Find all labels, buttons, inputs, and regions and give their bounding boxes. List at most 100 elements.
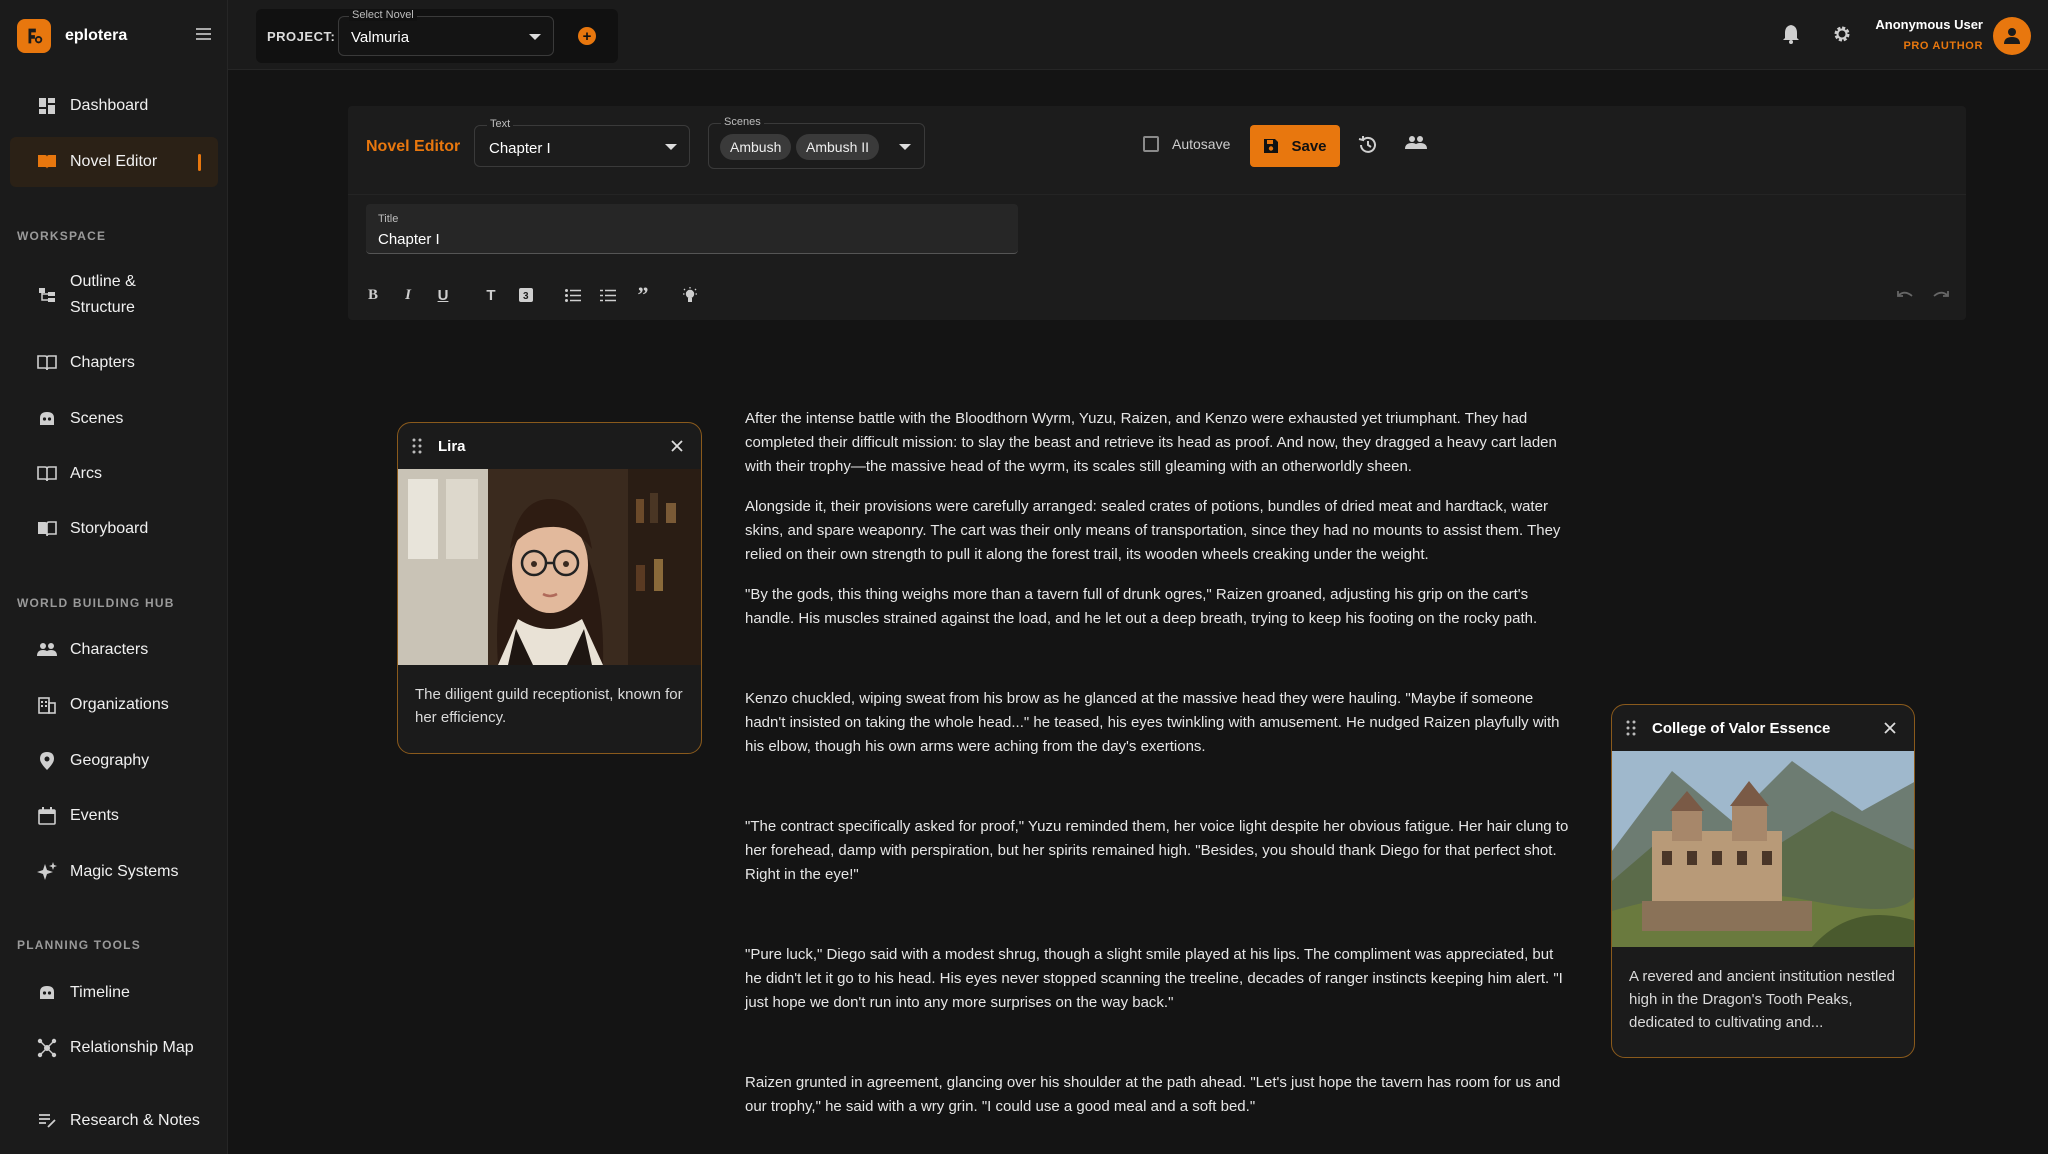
floppy-disk-icon [1264,139,1279,153]
sidebar-item-outline[interactable]: Outline & Structure [10,270,218,320]
calendar-icon [37,806,57,826]
select-novel-label: Select Novel [349,9,417,21]
story-paragraph[interactable]: After the intense battle with the Bloodt… [745,407,1570,479]
scenes-label: Scenes [721,116,764,128]
sidebar-item-label: Relationship Map [70,1039,194,1056]
scenes-select[interactable]: Scenes Ambush Ambush II [708,116,925,169]
sidebar-item-label: Timeline [70,984,130,1001]
sidebar-item-relationship-map[interactable]: Relationship Map [10,1023,218,1073]
sidebar-item-events[interactable]: Events [10,791,218,841]
add-novel-button[interactable]: + [578,27,596,45]
sidebar-item-storyboard[interactable]: Storyboard [10,504,218,554]
notes-icon [37,1111,57,1131]
sidebar-item-label: Events [70,807,119,824]
user-icon [2004,28,2020,44]
user-name: Anonymous User [1875,17,1983,32]
history-icon[interactable] [1358,135,1380,157]
svg-text:3: 3 [523,291,529,302]
scene-chip[interactable]: Ambush [720,134,792,160]
scenes-icon [37,409,57,429]
bell-icon[interactable] [1782,24,1804,46]
title-input[interactable]: Title Chapter I [366,204,1018,254]
save-label: Save [1291,137,1327,155]
autosave-checkbox[interactable] [1143,136,1159,152]
chevron-down-icon [665,144,677,150]
text-size-icon[interactable]: T [480,284,502,306]
chapters-icon [37,353,57,373]
sidebar-item-research-notes[interactable]: Research & Notes [10,1096,218,1146]
section-title-world-building: WORLD BUILDING HUB [17,596,175,610]
bullet-list-icon[interactable] [562,284,584,306]
scene-chip[interactable]: Ambush II [796,134,880,160]
story-paragraph[interactable]: Alongside it, their provisions were care… [745,495,1570,567]
top-bar: PROJECT: Select Novel Valmuria + Anonymo… [228,0,2048,70]
location-pin-icon [37,751,57,771]
sidebar-item-label: Chapters [70,354,135,371]
sidebar-item-timeline[interactable]: Timeline [10,968,218,1018]
sidebar-item-magic-systems[interactable]: Magic Systems [10,847,218,897]
book-icon [37,152,57,172]
project-label: PROJECT: [267,29,336,44]
menu-toggle-icon[interactable] [196,28,211,40]
editor-toolbar-card: Novel Editor Text Chapter I Scenes Ambus… [348,106,1966,320]
close-icon[interactable] [1884,722,1896,734]
chevron-down-icon [899,144,911,150]
sidebar-item-organizations[interactable]: Organizations [10,680,218,730]
quote-icon[interactable]: ” [632,282,654,307]
gear-icon[interactable] [1832,24,1854,46]
save-button[interactable]: Save [1250,125,1340,167]
chevron-down-icon [529,34,541,40]
character-description: The diligent guild receptionist, known f… [415,686,683,726]
text-field-label: Text [487,118,514,130]
editor-label: Novel Editor [366,138,461,155]
character-card[interactable]: Lira The diligent guild receptionist, kn… [397,422,702,754]
underline-icon[interactable]: U [432,284,454,306]
text-select-dropdown[interactable]: Text Chapter I [474,118,690,167]
bold-icon[interactable]: B [362,284,384,306]
title-value: Chapter I [378,231,440,248]
lightbulb-icon[interactable] [679,284,701,306]
avatar[interactable] [1993,17,2031,55]
sidebar-item-novel-editor[interactable]: Novel Editor [10,137,218,187]
character-card-header[interactable]: Lira [398,423,701,469]
location-card-header[interactable]: College of Valor Essence [1612,705,1914,751]
brand[interactable]: eplotera [17,19,127,53]
sidebar-item-label: Storyboard [70,520,149,537]
story-paragraph[interactable]: "The contract specifically asked for pro… [745,815,1570,887]
close-icon[interactable] [671,440,683,452]
location-card[interactable]: College of Valor Essence A revered and a… [1611,704,1915,1058]
undo-icon[interactable] [1894,284,1916,306]
story-paragraph[interactable]: "By the gods, this thing weighs more tha… [745,583,1570,631]
sidebar-item-chapters[interactable]: Chapters [10,338,218,388]
story-paragraph[interactable]: Raizen grunted in agreement, glancing ov… [745,1071,1570,1119]
user-role-badge: PRO AUTHOR [1903,40,1983,52]
character-name: Lira [438,437,466,455]
sidebar-item-dashboard[interactable]: Dashboard [10,81,218,131]
sidebar-item-label: Scenes [70,410,124,427]
redo-icon[interactable] [1930,284,1952,306]
sidebar-item-characters[interactable]: Characters [10,625,218,675]
location-image [1612,751,1914,947]
logo-icon [17,19,51,53]
selected-novel: Valmuria [351,29,410,46]
brand-name: eplotera [65,27,128,44]
title-label: Title [378,213,399,225]
heading-icon[interactable]: 3 [515,284,537,306]
numbered-list-icon[interactable] [597,284,619,306]
sidebar-item-geography[interactable]: Geography [10,736,218,786]
collaborators-icon[interactable] [1405,135,1427,157]
sidebar-item-label: Research & Notes [70,1112,200,1129]
italic-icon[interactable]: I [397,284,419,306]
project-selector: PROJECT: Select Novel Valmuria + [256,9,618,63]
people-icon [37,640,57,660]
select-novel-dropdown[interactable]: Select Novel Valmuria [338,9,554,56]
story-paragraph[interactable]: Kenzo chuckled, wiping sweat from his br… [745,687,1570,759]
drag-handle-icon [1626,720,1636,736]
story-paragraph[interactable]: "Pure luck," Diego said with a modest sh… [745,943,1570,1015]
sidebar-item-arcs[interactable]: Arcs [10,449,218,499]
section-title-workspace: WORKSPACE [17,229,107,243]
building-icon [37,695,57,715]
sidebar-item-scenes[interactable]: Scenes [10,394,218,444]
autosave-toggle[interactable]: Autosave [1143,136,1230,152]
network-icon [37,1038,57,1058]
